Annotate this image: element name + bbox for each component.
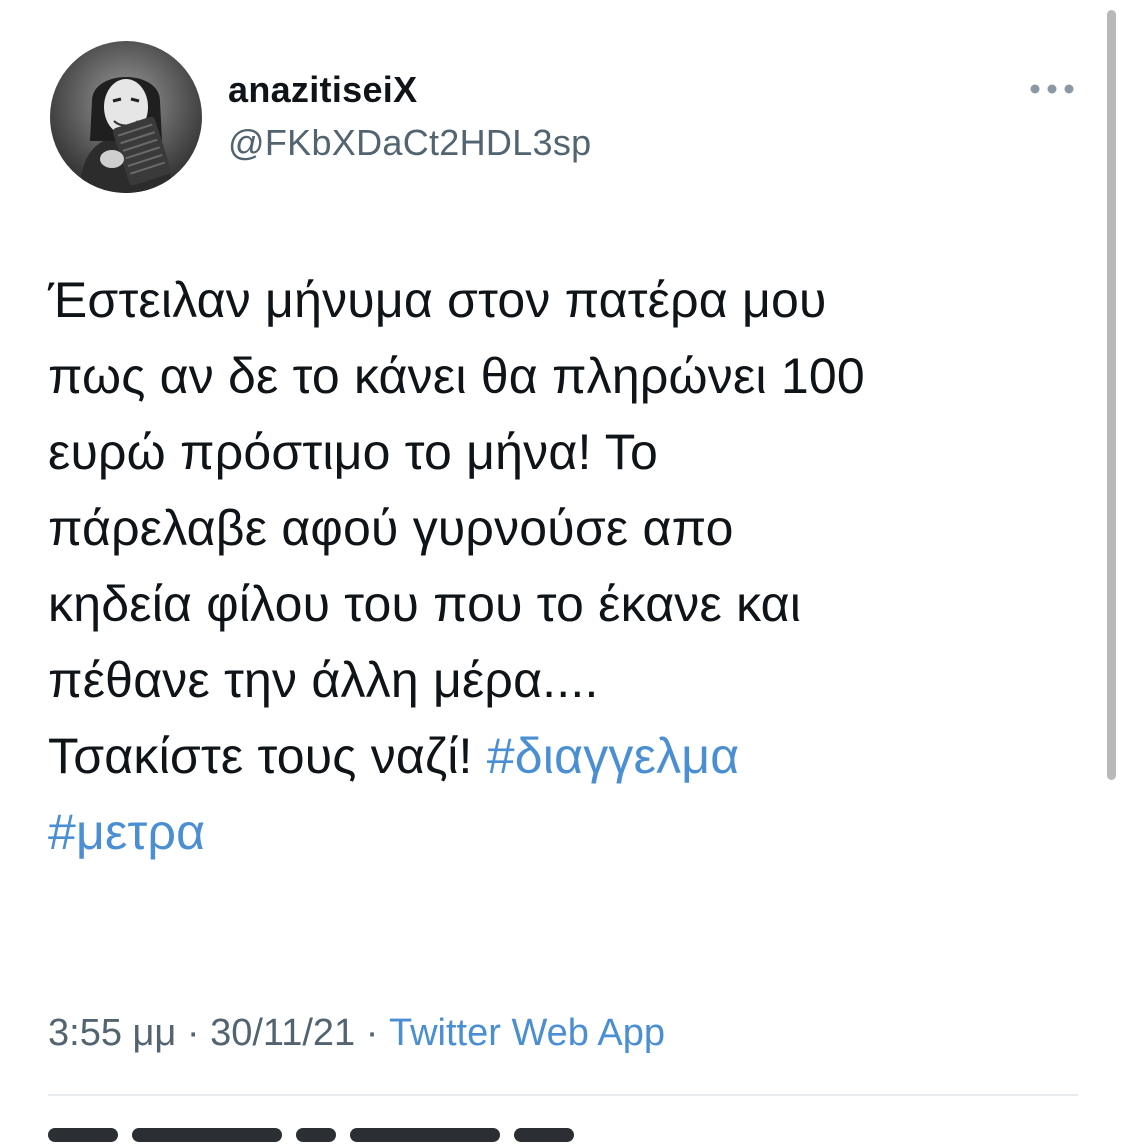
tweet-text-line: κηδεία φίλου του που το έκανε και <box>48 576 802 632</box>
tweet-text-line: πάρελαβε αφού γυρνούσε απο <box>48 500 734 556</box>
tweet-text: Έστειλαν μήνυμα στον πατέρα μου πως αν δ… <box>48 262 1088 870</box>
tweet-source-link[interactable]: Twitter Web App <box>389 1012 665 1054</box>
stat-fragment <box>296 1128 336 1142</box>
tweet-metadata: 3:55 μμ · 30/11/21 · Twitter Web App <box>48 1010 665 1056</box>
tweet-text-line: ευρώ πρόστιμο το μήνα! Το <box>48 424 658 480</box>
hashtag-link[interactable]: #διαγγελμα <box>487 728 740 784</box>
tweet-text-line: Έστειλαν μήνυμα στον πατέρα μου <box>48 272 827 328</box>
avatar-image <box>50 41 202 193</box>
author-handle[interactable]: @FKbXDaCt2HDL3sp <box>228 121 591 165</box>
tweet-date[interactable]: 30/11/21 <box>210 1012 355 1054</box>
tweet-text-line: πέθανε την άλλη μέρα.... <box>48 652 599 708</box>
tweet-text-line: πως αν δε το κάνει θα πληρώνει 100 <box>48 348 865 404</box>
tweet-text-segment: Τσακίστε τους ναζί! <box>48 728 487 784</box>
stat-fragment <box>48 1128 118 1142</box>
tweet-time[interactable]: 3:55 μμ <box>48 1012 176 1054</box>
engagement-stats-cropped <box>48 1128 748 1148</box>
tweet-text-line: Τσακίστε τους ναζί! #διαγγελμα <box>48 718 1088 794</box>
more-options-button[interactable] <box>1024 72 1080 106</box>
more-horizontal-icon <box>1030 84 1074 94</box>
hashtag-link[interactable]: #μετρα <box>48 804 205 860</box>
tweet-text-line: #μετρα <box>48 794 1088 870</box>
stat-fragment <box>514 1128 574 1142</box>
meta-separator: · <box>355 1012 389 1054</box>
divider <box>48 1094 1078 1096</box>
meta-separator: · <box>176 1012 211 1054</box>
stat-fragment <box>132 1128 282 1142</box>
scrollbar[interactable] <box>1107 10 1116 780</box>
avatar[interactable] <box>50 41 202 193</box>
stat-fragment <box>350 1128 500 1142</box>
author-display-name[interactable]: anazitiseiX <box>228 68 417 112</box>
